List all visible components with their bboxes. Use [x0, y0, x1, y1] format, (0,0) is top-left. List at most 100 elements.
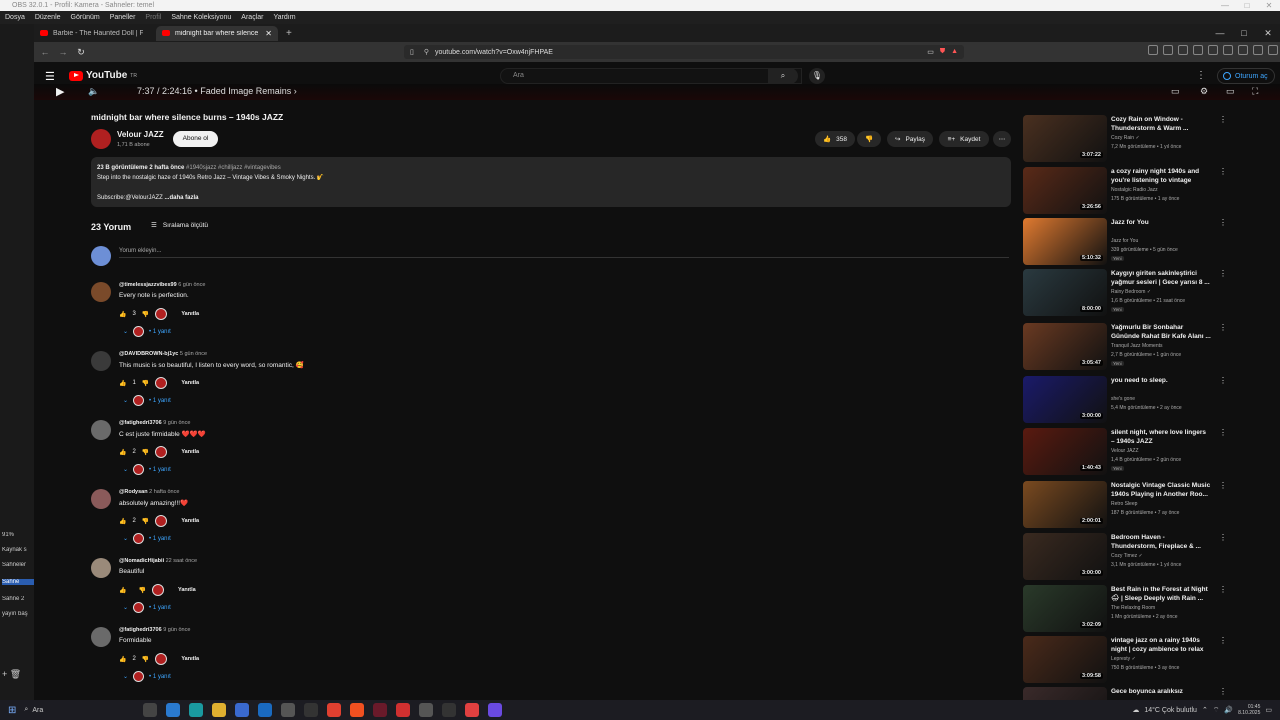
author-handle[interactable]: @NomadicHijabii	[119, 558, 164, 564]
hamburger-menu-icon[interactable]: ☰	[45, 70, 55, 83]
obs-scene-item[interactable]: yayın baş	[2, 611, 34, 617]
more-icon[interactable]: ⋮	[1219, 585, 1227, 594]
recommended-video[interactable]: Cozy Rain on Window - Thunderstorm & War…	[1023, 115, 1245, 163]
comment-time[interactable]: 9 gün önce	[163, 627, 190, 633]
outlook-icon[interactable]	[258, 703, 273, 717]
video-title[interactable]: Yağmurlu Bir Sonbahar Gününde Rahat Bir …	[1111, 323, 1211, 341]
theater-icon[interactable]: ▭	[1226, 86, 1235, 97]
recommended-video[interactable]: a cozy rainy night 1940s and you're list…	[1023, 167, 1245, 215]
view-replies-button[interactable]: ⌄ • 1 yanıt	[123, 602, 171, 613]
rewards-icon[interactable]: ▲	[951, 48, 958, 56]
reply-button[interactable]: Yanıtla	[181, 518, 199, 524]
comment-author[interactable]: @Rodysan 2 hafta önce	[119, 489, 179, 495]
author-handle[interactable]: @timelessjazzvibes99	[119, 282, 177, 288]
comment-author[interactable]: @NomadicHijabii 22 saat önce	[119, 558, 197, 564]
browser-icon[interactable]	[189, 703, 204, 717]
channel-name[interactable]: Lepresty ✓	[1111, 656, 1136, 662]
avatar[interactable]	[91, 489, 111, 509]
back-icon[interactable]: ←	[38, 47, 52, 57]
description-box[interactable]: 23 B görüntüleme 2 hafta önce #1940sjazz…	[91, 157, 1011, 207]
recommended-video[interactable]: Best Rain in the Forest at Night 🌧 | Sle…	[1023, 585, 1245, 633]
extension-icon[interactable]	[1148, 45, 1158, 55]
channel-name[interactable]: Rainy Bedroom ✓	[1111, 289, 1151, 295]
comment-author[interactable]: @DAVIDBROWN-bj1yc 5 gün önce	[119, 351, 207, 357]
subscribe-button[interactable]: Abone ol	[173, 131, 218, 147]
taskbar-search[interactable]: ⌕ Ara	[24, 703, 109, 717]
channel-name[interactable]: she's gone	[1111, 396, 1135, 402]
microphone-icon[interactable]: 🎙	[809, 68, 825, 84]
show-more-link[interactable]: ...daha fazla	[164, 195, 198, 201]
sidebar-icon[interactable]	[1208, 45, 1218, 55]
recommended-video[interactable]: Kaygıyı giriten sakinleştirici yağmur se…	[1023, 269, 1245, 317]
recommended-video[interactable]: Nostalgic Vintage Classic Music 1940s Pl…	[1023, 481, 1245, 529]
weather-icon[interactable]: ☁	[1132, 706, 1139, 714]
video-title[interactable]: Cozy Rain on Window - Thunderstorm & War…	[1111, 115, 1211, 133]
browser-tab-active[interactable]: midnight bar where silence burn ✕	[156, 25, 278, 41]
url-field[interactable]: ▯ ⚲ youtube.com/watch?v=Oxw4njFHPAE ▭ ⛊ …	[404, 45, 964, 59]
channel-avatar[interactable]	[91, 129, 111, 149]
more-icon[interactable]: ⋮	[1219, 269, 1227, 278]
channel-name[interactable]: The Relaxing Room	[1111, 605, 1155, 611]
add-comment-input[interactable]: Yorum ekleyin...	[119, 248, 1009, 258]
more-icon[interactable]: ⋮	[1219, 115, 1227, 124]
more-icon[interactable]: ⋮	[1219, 323, 1227, 332]
youtube-logo[interactable]: YouTube TR	[69, 70, 137, 81]
weather-text[interactable]: 14°C Çok bulutlu	[1144, 707, 1197, 714]
time-chapter[interactable]: 7:37 / 2:24:16 • Faded Image Remains ›	[137, 86, 297, 96]
search-input[interactable]: Ara	[500, 68, 802, 84]
author-handle[interactable]: @DAVIDBROWN-bj1yc	[119, 351, 178, 357]
forward-icon[interactable]: →	[56, 47, 70, 57]
menu-view[interactable]: Görünüm	[66, 14, 105, 21]
app-icon[interactable]	[281, 703, 296, 717]
recommended-video[interactable]: Jazz for You ⋮ 5:10:32 Jazz for You 339 görü…	[1023, 218, 1245, 266]
play-icon[interactable]: ▶	[56, 85, 64, 98]
more-icon[interactable]: ⋮	[1219, 376, 1227, 385]
comment-author[interactable]: @fatighedri3706 9 gün önce	[119, 420, 190, 426]
more-icon[interactable]: ⋮	[1219, 428, 1227, 437]
channel-name[interactable]: Retro Sleep	[1111, 501, 1137, 507]
brave-shield-icon[interactable]: ⛊	[940, 48, 945, 56]
clock[interactable]: 01:45 8.10.2025	[1238, 704, 1260, 716]
menu-scene-collection[interactable]: Sahne Koleksiyonu	[166, 14, 236, 21]
avatar[interactable]	[91, 282, 111, 302]
video-title[interactable]: vintage jazz on a rainy 1940s night | co…	[1111, 636, 1211, 654]
subscribe-link[interactable]: Subscribe:@VelourJAZZ	[97, 195, 163, 201]
app-icon[interactable]	[304, 703, 319, 717]
close-icon[interactable]: ✕	[1258, 0, 1280, 11]
recommended-video[interactable]: Yağmurlu Bir Sonbahar Gününde Rahat Bir …	[1023, 323, 1245, 371]
menu-icon[interactable]	[1268, 45, 1278, 55]
thumbs-up-icon[interactable]: 👍	[119, 449, 126, 456]
sort-button[interactable]: ☰ Sıralama ölçütü	[151, 221, 208, 230]
obs-icon[interactable]	[442, 703, 457, 717]
thumbs-down-icon[interactable]: 👎	[142, 518, 149, 525]
sign-in-button[interactable]: Oturum aç	[1217, 68, 1275, 84]
author-handle[interactable]: @fatighedri3706	[119, 627, 162, 633]
reply-button[interactable]: Yanıtla	[181, 449, 199, 455]
reply-button[interactable]: Yanıtla	[181, 311, 199, 317]
maximize-icon[interactable]: □	[1236, 0, 1258, 11]
avatar[interactable]	[91, 420, 111, 440]
app-icon[interactable]	[465, 703, 480, 717]
browser-tab[interactable]: Barbie - The Haunted Doll | Full Horr	[34, 26, 156, 41]
recommended-video[interactable]: vintage jazz on a rainy 1940s night | co…	[1023, 636, 1245, 684]
channel-name[interactable]: Tranquil Jazz Moments	[1111, 343, 1163, 349]
author-handle[interactable]: @fatighedri3706	[119, 420, 162, 426]
settings-icon[interactable]: ⚙	[1200, 86, 1208, 97]
app-icon[interactable]	[488, 703, 503, 717]
reload-icon[interactable]: ↻	[74, 47, 88, 58]
author-handle[interactable]: @Rodysan	[119, 489, 148, 495]
video-thumbnail[interactable]	[1023, 687, 1107, 700]
view-replies-button[interactable]: ⌄ • 1 yanıt	[123, 533, 171, 544]
menu-tools[interactable]: Araçlar	[236, 14, 268, 21]
app-icon[interactable]	[419, 703, 434, 717]
like-button[interactable]: 👍 358	[815, 131, 855, 147]
new-tab-icon[interactable]: +	[278, 28, 300, 39]
obs-scene-item[interactable]: Sahne 2	[2, 596, 34, 602]
recommended-video[interactable]: you need to sleep. ⋮ 3:00:00 she's gone 5,4 …	[1023, 376, 1245, 424]
bookmark-icon[interactable]: ▯	[410, 48, 414, 56]
reply-button[interactable]: Yanıtla	[178, 587, 196, 593]
view-replies-button[interactable]: ⌄ • 1 yanıt	[123, 326, 171, 337]
dislike-button[interactable]: 👎	[857, 131, 881, 147]
channel-name[interactable]: Cozy Rain ✓	[1111, 135, 1140, 141]
edge-icon[interactable]	[166, 703, 181, 717]
